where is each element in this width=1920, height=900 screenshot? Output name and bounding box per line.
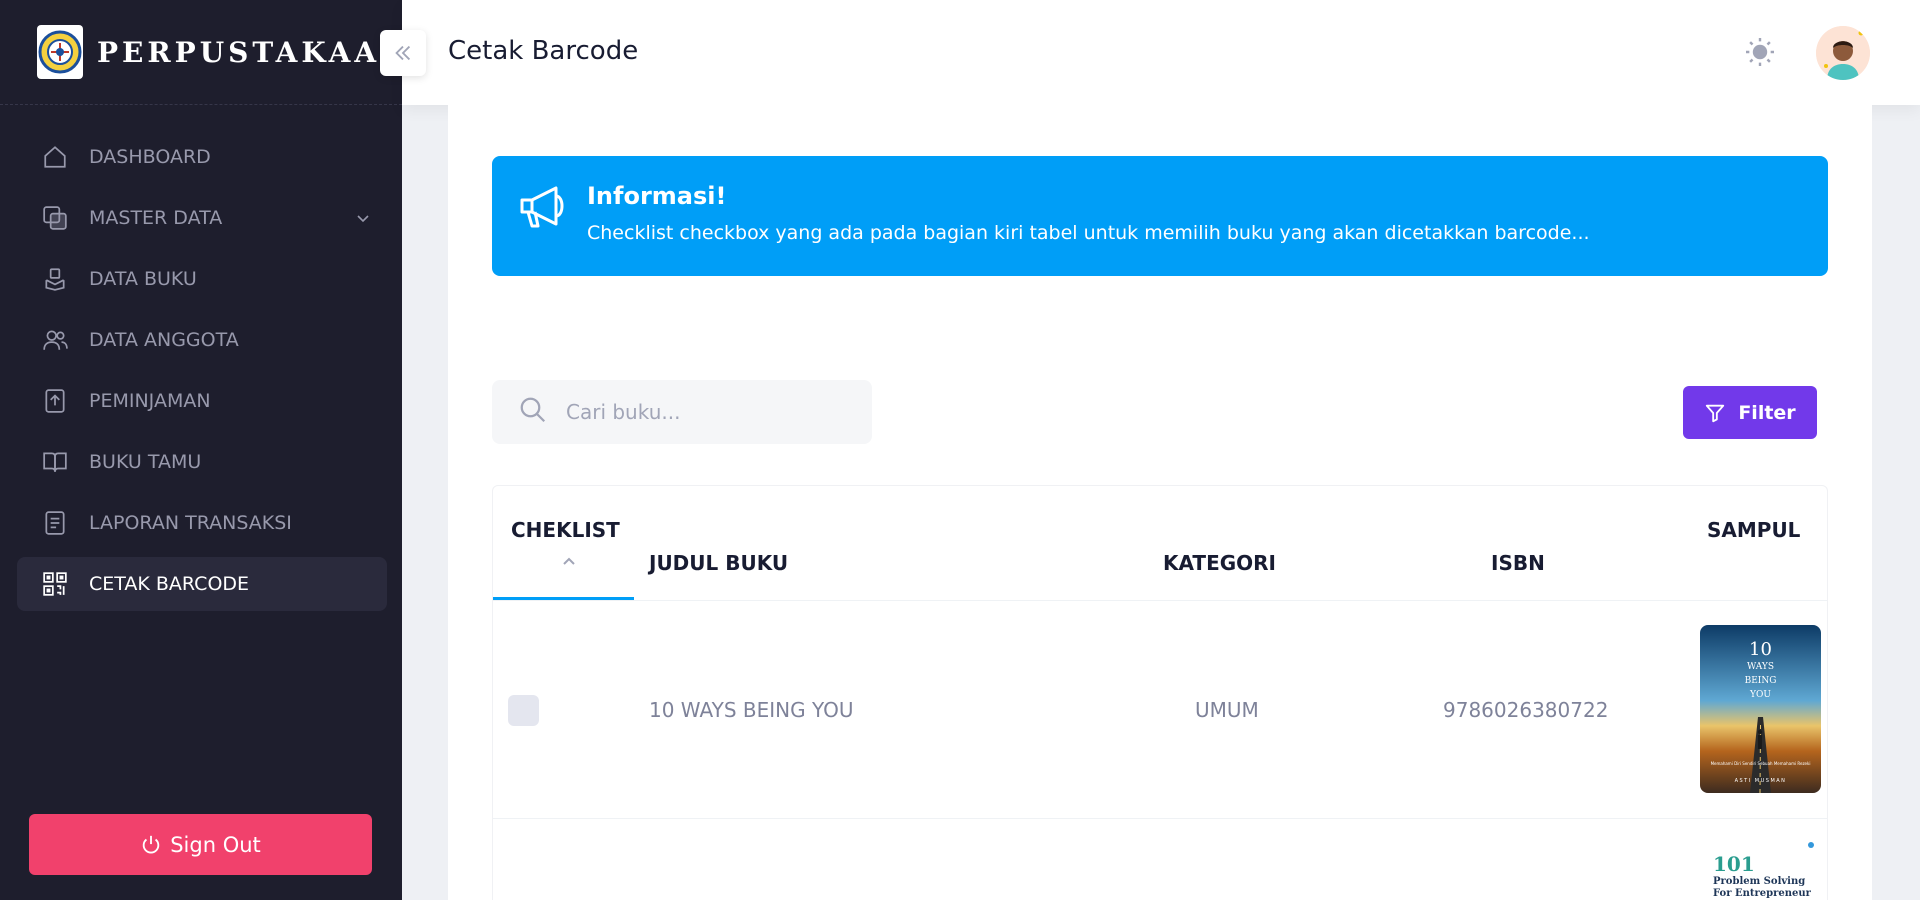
book-cover-image: 101 Problem Solving For Entrepreneur — [1707, 839, 1821, 900]
header: Cetak Barcode — [402, 0, 1920, 105]
search-box[interactable] — [492, 380, 872, 444]
page-title: Cetak Barcode — [448, 36, 639, 66]
qrcode-icon — [41, 570, 69, 598]
active-sort-indicator — [493, 597, 634, 600]
brand[interactable]: PERPUSTAKAAN — [0, 0, 406, 105]
sign-out-button[interactable]: Sign Out — [29, 814, 372, 875]
cover-number: 101 — [1713, 852, 1755, 876]
logo-icon — [37, 25, 83, 79]
sidebar-item-label: MASTER DATA — [89, 207, 223, 229]
cell-category: UMUM — [1195, 698, 1259, 722]
table-row: 10 WAYS BEING YOU UMUM 9786026380722 10 … — [493, 601, 1827, 819]
search-input[interactable] — [566, 400, 846, 424]
sign-out-label: Sign Out — [170, 832, 261, 857]
cell-title: 10 WAYS BEING YOU — [649, 698, 854, 722]
book-cover-image: 10 WAYS BEING YOU Memahami Diri Sendiri … — [1700, 625, 1821, 793]
open-book-icon — [41, 448, 69, 476]
sidebar: PERPUSTAKAAN DASHBOARD MASTER DATA DATA … — [0, 0, 406, 900]
table-row: 101 Problem Solving For Entrepreneur — [493, 819, 1827, 900]
megaphone-icon — [518, 182, 572, 236]
cover-line: YOU — [1749, 690, 1771, 700]
sidebar-item-data-anggota[interactable]: DATA ANGGOTA — [17, 313, 387, 367]
sidebar-item-dashboard[interactable]: DASHBOARD — [17, 130, 387, 184]
info-alert: Informasi! Checklist checkbox yang ada p… — [492, 156, 1828, 276]
sidebar-item-label: CETAK BARCODE — [89, 573, 250, 595]
users-icon — [41, 326, 69, 354]
sidebar-item-buku-tamu[interactable]: BUKU TAMU — [17, 435, 387, 489]
books-table: CHEKLIST JUDUL BUKU KATEGORI ISBN SAMPUL… — [492, 485, 1828, 900]
power-icon — [140, 834, 162, 856]
table-header: CHEKLIST JUDUL BUKU KATEGORI ISBN SAMPUL — [493, 486, 1827, 601]
brand-name: PERPUSTAKAAN — [97, 35, 410, 69]
avatar[interactable] — [1816, 26, 1870, 80]
column-header-category[interactable]: KATEGORI — [1163, 551, 1276, 575]
sun-icon[interactable] — [1742, 34, 1778, 70]
upload-doc-icon — [41, 387, 69, 415]
content-card: Informasi! Checklist checkbox yang ada p… — [448, 105, 1872, 900]
sidebar-item-label: DASHBOARD — [89, 146, 211, 168]
alert-title: Informasi! — [587, 182, 727, 210]
column-header-isbn[interactable]: ISBN — [1491, 551, 1545, 575]
home-icon — [41, 143, 69, 171]
book-hand-icon — [41, 265, 69, 293]
sidebar-nav: DASHBOARD MASTER DATA DATA BUKU DATA ANG… — [17, 130, 387, 618]
column-header-checklist[interactable]: CHEKLIST — [511, 518, 620, 542]
sidebar-item-label: BUKU TAMU — [89, 451, 202, 473]
sidebar-item-label: DATA BUKU — [89, 268, 197, 290]
cover-line: Problem Solving — [1713, 876, 1805, 887]
chevron-down-icon[interactable] — [355, 210, 371, 226]
column-header-title[interactable]: JUDUL BUKU — [649, 551, 788, 575]
filter-button[interactable]: Filter — [1683, 386, 1817, 439]
cover-line: WAYS — [1747, 662, 1774, 672]
row-checkbox[interactable] — [508, 695, 539, 726]
layers-icon — [41, 204, 69, 232]
filter-label: Filter — [1738, 401, 1796, 424]
column-header-cover[interactable]: SAMPUL — [1707, 518, 1800, 542]
sidebar-item-peminjaman[interactable]: PEMINJAMAN — [17, 374, 387, 428]
collapse-sidebar-button[interactable] — [380, 30, 426, 76]
sort-ascending-icon[interactable] — [561, 552, 577, 571]
filter-icon — [1704, 402, 1726, 424]
search-icon — [518, 395, 548, 429]
sidebar-item-label: DATA ANGGOTA — [89, 329, 239, 351]
cell-isbn: 9786026380722 — [1443, 698, 1609, 722]
cover-author: ASTI MUSMAN — [1735, 778, 1787, 784]
cover-line: For Entrepreneur — [1713, 888, 1812, 899]
sidebar-item-master-data[interactable]: MASTER DATA — [17, 191, 387, 245]
report-icon — [41, 509, 69, 537]
cover-subtitle: Memahami Diri Sendiri Sebuah Memahami Re… — [1711, 761, 1811, 766]
sidebar-item-label: PEMINJAMAN — [89, 390, 211, 412]
sidebar-item-laporan-transaksi[interactable]: LAPORAN TRANSAKSI — [17, 496, 387, 550]
cover-line: BEING — [1745, 676, 1777, 686]
sidebar-item-data-buku[interactable]: DATA BUKU — [17, 252, 387, 306]
sidebar-item-label: LAPORAN TRANSAKSI — [89, 512, 292, 534]
cover-line: 10 — [1749, 639, 1772, 660]
sidebar-item-cetak-barcode[interactable]: CETAK BARCODE — [17, 557, 387, 611]
alert-text: Checklist checkbox yang ada pada bagian … — [587, 222, 1590, 244]
